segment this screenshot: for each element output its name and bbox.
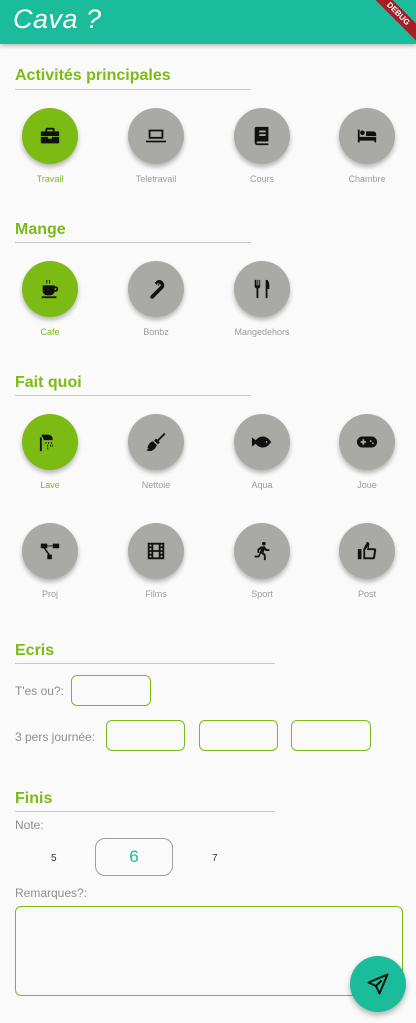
- fait-films-button[interactable]: [128, 523, 184, 579]
- fait-proj-button[interactable]: [22, 523, 78, 579]
- mange-cafe[interactable]: Cafe: [5, 261, 95, 337]
- activity-teletravail-button[interactable]: [128, 108, 184, 164]
- activity-label: Travail: [36, 174, 64, 184]
- laptop-icon: [145, 129, 167, 143]
- mange-label: Cafe: [40, 327, 60, 337]
- broom-icon: [146, 432, 166, 452]
- fait-label: Nettoie: [141, 480, 171, 490]
- running-icon: [254, 541, 270, 561]
- mange-mangedehors[interactable]: Mangedehors: [217, 261, 307, 337]
- divider: [15, 663, 275, 664]
- person-3-input[interactable]: [291, 720, 371, 751]
- fait-joue[interactable]: Joue: [322, 414, 412, 490]
- divider: [15, 811, 275, 812]
- fait-proj[interactable]: Proj: [5, 523, 95, 599]
- fait-label: Films: [145, 589, 167, 599]
- remarks-label: Remarques?:: [15, 886, 88, 900]
- person-1-input[interactable]: [106, 720, 185, 751]
- divider: [15, 242, 251, 243]
- section-title-fait-quoi: Fait quoi: [15, 374, 82, 391]
- fait-sport-button[interactable]: [234, 523, 290, 579]
- mange-label: Bonbz: [143, 327, 169, 337]
- send-icon: [367, 973, 389, 995]
- mange-label: Mangedehors: [234, 327, 290, 337]
- fait-sport[interactable]: Sport: [217, 523, 307, 599]
- section-title-mange: Mange: [15, 221, 66, 238]
- thumbs-up-icon: [357, 541, 377, 560]
- shower-icon: [39, 434, 53, 452]
- fait-joue-button[interactable]: [339, 414, 395, 470]
- remarks-textarea[interactable]: [15, 906, 403, 996]
- note-option-5[interactable]: 5: [51, 853, 57, 864]
- mange-bonbz-button[interactable]: [128, 261, 184, 317]
- activity-cours[interactable]: Cours: [217, 108, 307, 184]
- fork-knife-icon: [254, 279, 270, 299]
- section-mange: Mange: [15, 221, 66, 239]
- activity-chambre-button[interactable]: [339, 108, 395, 164]
- person-2-input[interactable]: [199, 720, 278, 751]
- app-bar: Cava ? DEBUG: [0, 0, 416, 44]
- note-option-selected[interactable]: 6: [95, 838, 173, 876]
- people-label: 3 pers journée:: [15, 730, 96, 744]
- fait-lave[interactable]: Lave: [5, 414, 95, 490]
- candy-cane-icon: [150, 279, 165, 299]
- project-diagram-icon: [40, 543, 60, 560]
- fait-aqua-button[interactable]: [234, 414, 290, 470]
- activity-cours-button[interactable]: [234, 108, 290, 164]
- section-activites: Activités principales: [15, 67, 171, 85]
- fish-icon: [251, 436, 272, 448]
- section-title-ecris: Ecris: [15, 642, 55, 659]
- briefcase-icon: [40, 127, 60, 144]
- section-finis: Finis: [15, 790, 52, 808]
- gamepad-icon: [356, 436, 378, 448]
- fait-label: Joue: [357, 480, 377, 490]
- note-option-7[interactable]: 7: [212, 853, 218, 864]
- activity-label: Cours: [249, 174, 274, 184]
- film-icon: [147, 542, 165, 560]
- note-label: Note:: [15, 818, 44, 832]
- fait-label: Aqua: [251, 480, 273, 490]
- activity-travail-button[interactable]: [22, 108, 78, 164]
- activity-teletravail[interactable]: Teletravail: [111, 108, 201, 184]
- fait-label: Lave: [40, 480, 60, 490]
- fait-label: Sport: [251, 589, 273, 599]
- book-icon: [254, 126, 269, 146]
- fait-label: Post: [357, 589, 376, 599]
- fait-lave-button[interactable]: [22, 414, 78, 470]
- app-title: Cava ?: [13, 4, 102, 34]
- fait-nettoie-button[interactable]: [128, 414, 184, 470]
- fait-label: Proj: [41, 589, 58, 599]
- divider: [15, 395, 251, 396]
- send-button[interactable]: [350, 956, 406, 1012]
- coffee-icon: [41, 279, 59, 299]
- fait-nettoie[interactable]: Nettoie: [111, 414, 201, 490]
- location-input[interactable]: [71, 675, 151, 706]
- section-title-finis: Finis: [15, 790, 53, 807]
- section-fait-quoi: Fait quoi: [15, 374, 82, 392]
- mange-cafe-button[interactable]: [22, 261, 78, 317]
- activity-chambre[interactable]: Chambre: [322, 108, 412, 184]
- mange-bonbz[interactable]: Bonbz: [111, 261, 201, 337]
- section-title-activites: Activités principales: [15, 67, 171, 84]
- activity-label: Teletravail: [135, 174, 177, 184]
- fait-aqua[interactable]: Aqua: [217, 414, 307, 490]
- location-label: T'es ou?:: [15, 684, 64, 698]
- section-ecris: Ecris: [15, 642, 54, 660]
- activity-travail[interactable]: Travail: [5, 108, 95, 184]
- mange-mangedehors-button[interactable]: [234, 261, 290, 317]
- fait-post-button[interactable]: [339, 523, 395, 579]
- bed-icon: [357, 129, 377, 143]
- fait-post[interactable]: Post: [322, 523, 412, 599]
- divider: [15, 89, 251, 90]
- activity-label: Chambre: [348, 174, 386, 184]
- debug-banner: DEBUG: [365, 0, 416, 44]
- fait-films[interactable]: Films: [111, 523, 201, 599]
